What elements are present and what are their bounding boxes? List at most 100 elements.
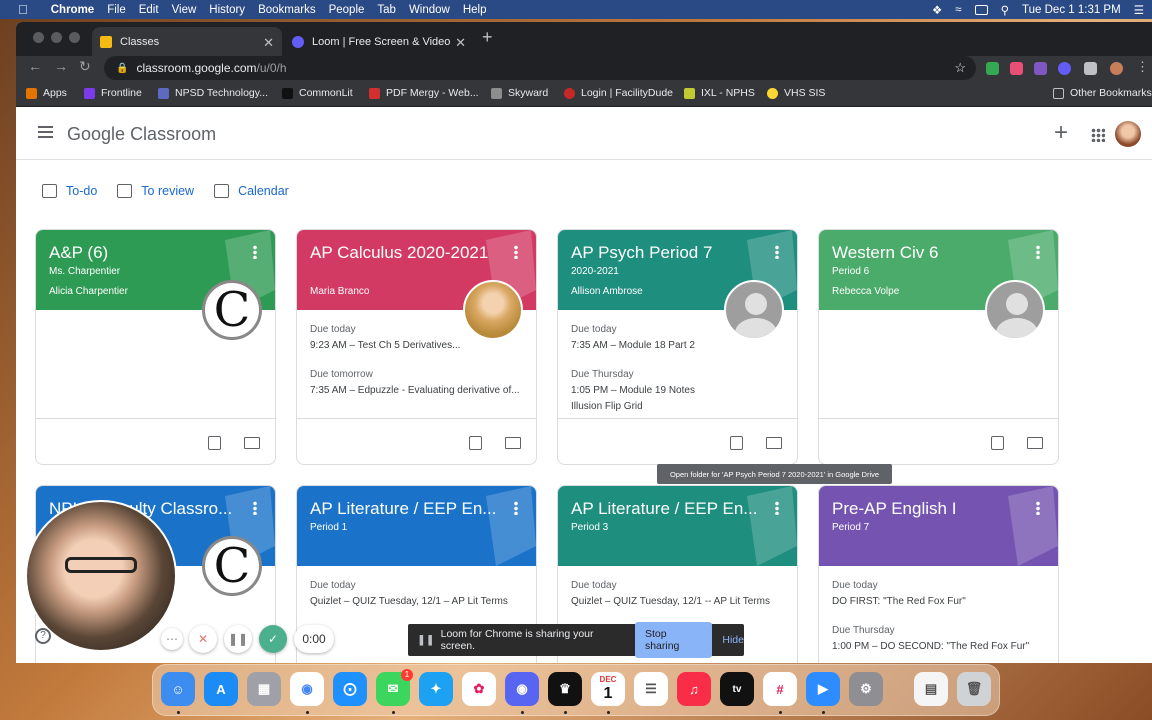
close-tab-icon[interactable]: ✕ [263,35,274,51]
zoom-icon[interactable]: ▶ [806,672,840,706]
bookmark-facilitydude[interactable]: Login | FacilityDude [564,87,673,99]
photos-icon[interactable]: ✿ [462,672,496,706]
add-class-button[interactable]: + [1054,119,1068,147]
gradebook-icon[interactable] [991,436,1004,450]
menu-people[interactable]: People [329,4,365,16]
minimize-window-button[interactable] [51,32,62,43]
menu-tab[interactable]: Tab [377,4,396,16]
close-window-button[interactable] [33,32,44,43]
menu-app-name[interactable]: Chrome [51,4,94,16]
extension-icon[interactable] [986,62,999,75]
control-center-icon[interactable]: ☰ [1134,3,1144,17]
class-title[interactable]: Pre-AP English I [832,499,1022,519]
new-tab-button[interactable]: + [482,27,493,48]
loom-pause-button[interactable]: ❚❚ [224,625,252,653]
class-title[interactable]: AP Literature / EEP En... [571,499,761,519]
close-tab-icon[interactable]: ✕ [455,35,466,51]
app-store-icon[interactable]: A [204,672,238,706]
class-card-header[interactable]: AP Literature / EEP En... Period 3 [558,486,797,566]
zoom-window-button[interactable] [69,32,80,43]
bookmark-apps[interactable]: Apps [26,87,67,99]
class-title[interactable]: AP Psych Period 7 [571,243,761,263]
spotlight-search-icon[interactable]: ⚲ [1001,3,1009,17]
bookmark-npsd-technology[interactable]: NPSD Technology... [158,87,268,99]
calendar-link[interactable]: Calendar [214,184,289,198]
lock-icon[interactable]: 🔒 [116,63,128,74]
stop-sharing-button[interactable]: Stop sharing [634,622,713,658]
due-item[interactable]: Quizlet – QUIZ Tuesday, 12/1 – AP Lit Te… [310,596,525,607]
loom-more-icon[interactable]: ⋯ [161,628,183,650]
more-options-icon[interactable] [775,245,779,259]
chrome-icon[interactable]: ◉ [290,672,324,706]
class-card[interactable]: AP Psych Period 7 2020-2021 Allison Ambros… [557,229,798,465]
extension-icon[interactable] [1010,62,1023,75]
folder-icon[interactable] [766,437,782,449]
hide-sharing-bar-button[interactable]: Hide [722,634,744,646]
apple-tv-icon[interactable]: tv [720,672,754,706]
extension-icon[interactable] [1034,62,1047,75]
google-apps-icon[interactable] [1091,128,1105,142]
class-title[interactable]: AP Calculus 2020-2021 [310,243,500,263]
chrome-menu-icon[interactable]: ⋮ [1136,59,1149,75]
menu-help[interactable]: Help [463,4,487,16]
apple-icon[interactable]:  [18,2,28,17]
gradebook-icon[interactable] [730,436,743,450]
slack-icon[interactable]: # [763,672,797,706]
dropbox-icon[interactable]: ❖ [932,3,942,17]
more-options-icon[interactable] [1036,501,1040,515]
gradebook-icon[interactable] [208,436,221,450]
more-options-icon[interactable] [514,501,518,515]
menu-file[interactable]: File [107,4,126,16]
due-item[interactable]: 7:35 AM – Edpuzzle - Evaluating derivati… [310,385,525,396]
more-options-icon[interactable] [253,501,257,515]
due-item[interactable]: 1:00 PM – DO SECOND: "The Red Fox Fur" [832,641,1047,652]
class-title[interactable]: AP Literature / EEP En... [310,499,500,519]
due-item[interactable]: Quizlet – QUIZ Tuesday, 12/1 -- AP Lit T… [571,596,786,607]
bookmark-star-icon[interactable]: ☆ [954,60,966,76]
bookmark-vhs-sis[interactable]: VHS SIS [767,87,825,99]
music-icon[interactable]: ♫ [677,672,711,706]
google-classroom-logo[interactable]: Google Classroom [67,124,216,145]
address-bar[interactable]: 🔒 classroom.google.com/u/0/h ☆ [104,56,976,80]
back-icon[interactable]: ← [28,58,42,74]
menubar-clock[interactable]: Tue Dec 1 1:31 PM [1022,4,1121,16]
due-item[interactable]: 7:35 AM – Module 18 Part 2 [571,340,786,351]
due-item[interactable]: 1:05 PM – Module 19 Notes [571,385,786,396]
folder-icon[interactable] [1027,437,1043,449]
more-options-icon[interactable] [253,245,257,259]
system-preferences-icon[interactable]: ⚙ [849,672,883,706]
class-card-header[interactable]: Pre-AP English I Period 7 [819,486,1058,566]
class-title[interactable]: Western Civ 6 [832,243,1022,263]
hamburger-menu-icon[interactable] [38,126,53,138]
class-card[interactable]: A&P (6) Ms. Charpentier Alicia Charpentier… [35,229,276,465]
menu-edit[interactable]: Edit [139,4,159,16]
account-avatar[interactable] [1115,121,1141,147]
forward-icon[interactable]: → [54,58,68,74]
loom-cancel-button[interactable]: ✕ [189,625,217,653]
safari-icon[interactable]: ⨀ [333,672,367,706]
reminders-icon[interactable]: ☰ [634,672,668,706]
class-card-header[interactable]: AP Literature / EEP En... Period 1 [297,486,536,566]
class-card[interactable]: Pre-AP English I Period 7 Due today DO FIRS… [818,485,1059,663]
trash-icon[interactable]: 🗑 [957,672,991,706]
folder-icon[interactable] [505,437,521,449]
wifi-icon[interactable]: ≈ [955,4,961,16]
kindle-icon[interactable]: ♛ [548,672,582,706]
reload-icon[interactable]: ↻ [79,58,91,75]
gradebook-icon[interactable] [469,436,482,450]
battery-icon[interactable] [974,4,988,15]
bookmark-ixl[interactable]: IXL - NPHS [684,87,755,99]
bookmark-other-bookmarks[interactable]: Other Bookmarks [1053,87,1152,99]
menu-history[interactable]: History [209,4,245,16]
todo-link[interactable]: To-do [42,184,97,198]
due-item[interactable]: Illusion Flip Grid [571,401,786,412]
document-stack-icon[interactable]: ▤ [914,672,948,706]
menu-window[interactable]: Window [409,4,450,16]
class-title[interactable]: A&P (6) [49,243,239,263]
due-item[interactable]: 9:23 AM – Test Ch 5 Derivatives... [310,340,525,351]
profile-avatar[interactable] [1110,62,1123,75]
due-item[interactable]: DO FIRST: "The Red Fox Fur" [832,596,1047,607]
help-icon[interactable]: ? [35,628,51,644]
tab-loom[interactable]: Loom | Free Screen & Video Re ✕ [284,27,474,56]
to-review-link[interactable]: To review [117,184,194,198]
